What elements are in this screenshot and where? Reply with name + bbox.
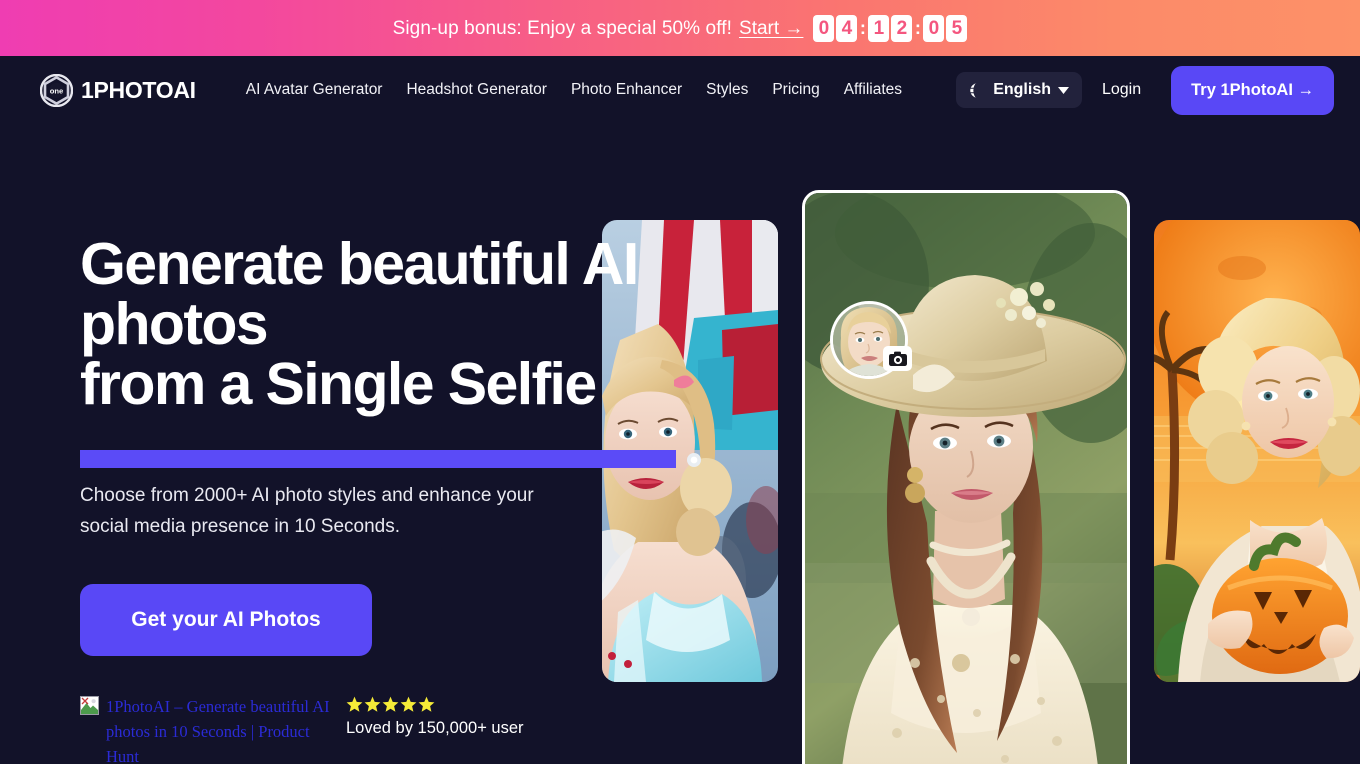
rating-text: Loved by 150,000+ user	[346, 719, 524, 737]
countdown-minutes-tens: 1	[868, 14, 890, 42]
star-icon	[364, 696, 381, 713]
hero-section: Generate beautiful AI photos from a Sing…	[0, 124, 1360, 764]
countdown-separator-1: :	[859, 18, 866, 38]
chevron-down-icon	[1057, 86, 1069, 94]
globe-icon	[969, 81, 986, 99]
nav-link-photo-enhancer[interactable]: Photo Enhancer	[559, 73, 694, 107]
nav-link-ai-avatar-generator[interactable]: AI Avatar Generator	[234, 73, 395, 107]
gallery-card-vintage-hat[interactable]	[802, 190, 1130, 764]
countdown-hours-tens: 0	[813, 14, 835, 42]
language-selector[interactable]: English	[956, 72, 1082, 108]
promo-banner: Sign-up bonus: Enjoy a special 50% off! …	[0, 0, 1360, 56]
promo-start-link[interactable]: Start →	[739, 19, 803, 38]
brand-logo[interactable]: one 1PHOTOAI	[39, 73, 196, 107]
countdown-hours-ones: 4	[836, 14, 858, 42]
svg-text:one: one	[50, 86, 64, 95]
camera-icon	[883, 346, 912, 371]
countdown-seconds-ones: 5	[946, 14, 968, 42]
headline-line-1: Generate beautiful AI photos	[80, 231, 639, 357]
aperture-logo-icon: one	[39, 73, 74, 107]
nav-link-headshot-generator[interactable]: Headshot Generator	[394, 73, 558, 107]
hero-subheadline: Choose from 2000+ AI photo styles and en…	[80, 485, 534, 537]
promo-banner-content: Sign-up bonus: Enjoy a special 50% off! …	[392, 14, 968, 42]
main-navigation: one 1PHOTOAI AI Avatar Generator Headsho…	[0, 56, 1360, 124]
gallery-card-halloween-sunset[interactable]	[1154, 220, 1360, 682]
social-proof-row: 1PhotoAI – Generate beautiful AI photos …	[80, 694, 760, 764]
product-hunt-alt-text: 1PhotoAI – Generate beautiful AI photos …	[106, 697, 330, 764]
language-label: English	[993, 81, 1051, 98]
nav-link-pricing[interactable]: Pricing	[760, 73, 831, 107]
countdown-timer: 0 4 : 1 2 : 0 5	[813, 14, 968, 42]
headline-underline-bar	[80, 450, 676, 468]
nav-link-styles[interactable]: Styles	[694, 73, 760, 107]
star-icon	[382, 696, 399, 713]
nav-links: AI Avatar Generator Headshot Generator P…	[234, 73, 914, 107]
login-link[interactable]: Login	[1088, 73, 1155, 107]
countdown-separator-2: :	[914, 18, 921, 38]
star-icon	[400, 696, 417, 713]
nav-right-group: English Login Try 1PhotoAI →	[948, 65, 1334, 115]
star-icon	[346, 696, 363, 713]
rating-block: Loved by 150,000+ user	[346, 694, 524, 738]
star-rating	[346, 696, 524, 713]
product-hunt-badge-broken-image[interactable]: 1PhotoAI – Generate beautiful AI photos …	[80, 694, 338, 764]
nav-link-affiliates[interactable]: Affiliates	[832, 73, 914, 107]
broken-image-icon	[80, 696, 99, 715]
try-1photoai-button[interactable]: Try 1PhotoAI →	[1171, 65, 1334, 115]
page-title: Generate beautiful AI photos from a Sing…	[80, 231, 760, 468]
star-icon	[418, 696, 435, 713]
get-your-ai-photos-button[interactable]: Get your AI Photos	[80, 584, 372, 656]
countdown-minutes-ones: 2	[891, 14, 913, 42]
headline-line-2: from a Single Selfie	[80, 351, 597, 417]
countdown-seconds-tens: 0	[923, 14, 945, 42]
promo-message: Sign-up bonus: Enjoy a special 50% off!	[392, 17, 733, 39]
hero-copy: Generate beautiful AI photos from a Sing…	[80, 234, 760, 764]
brand-name: 1PHOTOAI	[81, 76, 196, 103]
